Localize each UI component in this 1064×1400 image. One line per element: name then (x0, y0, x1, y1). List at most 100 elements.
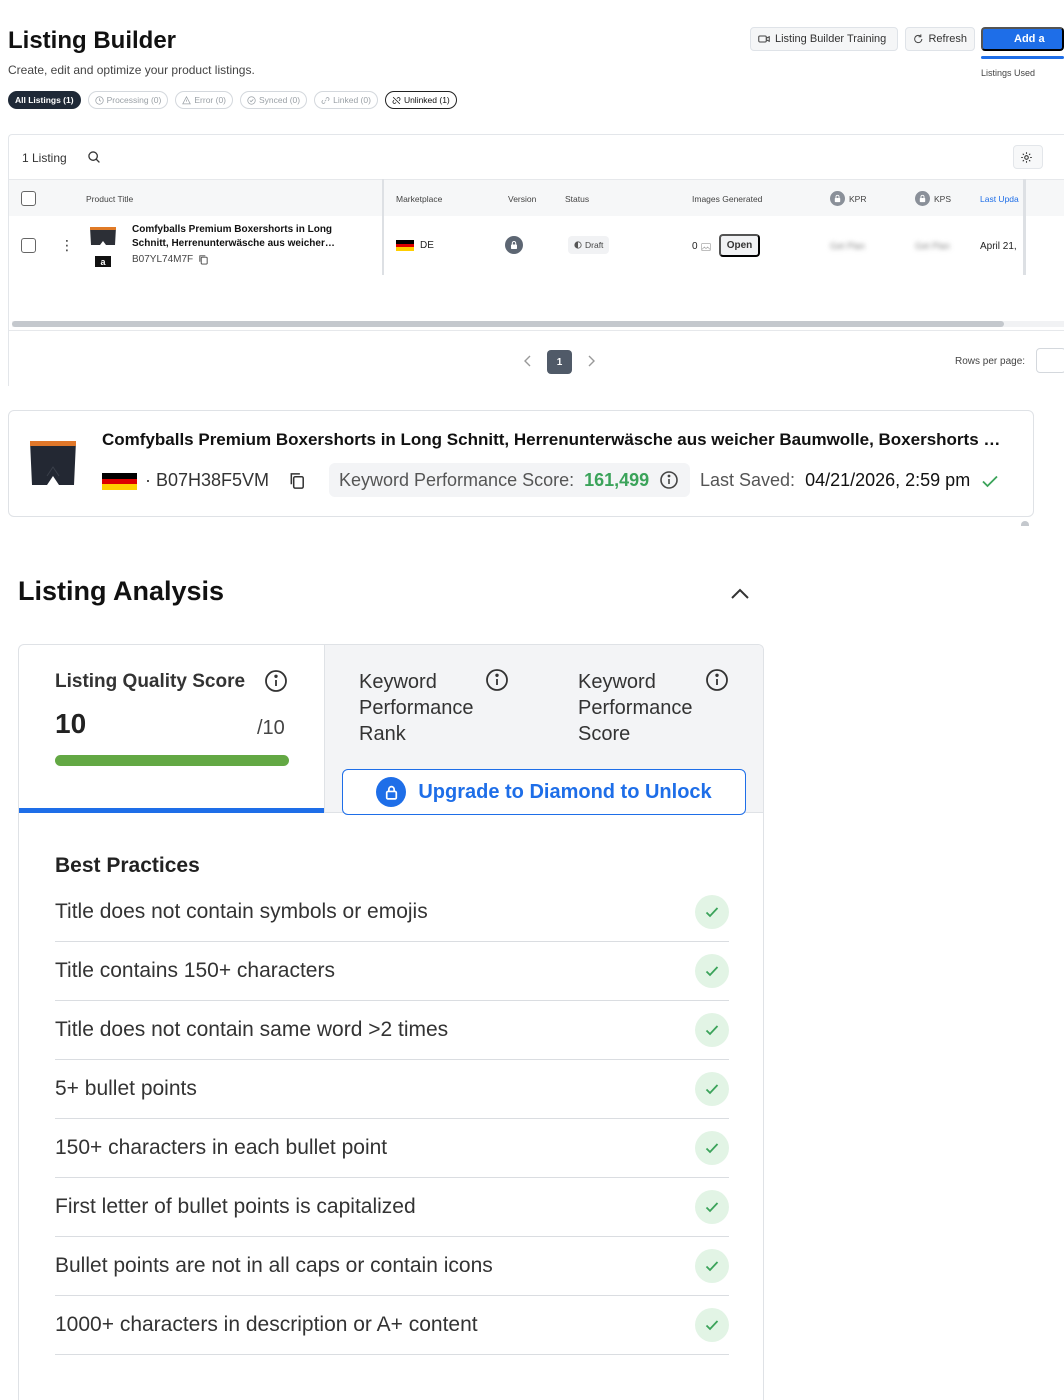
filter-label: Unlinked (1) (403, 95, 450, 105)
gear-icon (1021, 151, 1032, 163)
column-images-generated[interactable]: Images Generated (692, 194, 762, 204)
row-actions-kebab-icon[interactable]: ⋮ (60, 238, 74, 252)
page-subtitle: Create, edit and optimize your product l… (8, 63, 255, 77)
copy-icon[interactable] (288, 471, 307, 490)
column-divider (382, 179, 384, 275)
refresh-button[interactable]: Refresh (905, 27, 975, 51)
table-header: Product Title Marketplace Version Status… (9, 179, 1064, 216)
row-images-generated: 0 (692, 241, 711, 252)
best-practice-item: Title does not contain symbols or emojis (55, 883, 729, 942)
check-icon (695, 954, 729, 988)
check-icon (695, 1308, 729, 1342)
row-product-title[interactable]: Comfyballs Premium Boxershorts in Long S… (132, 223, 352, 251)
best-practice-text: Bullet points are not in all caps or con… (55, 1254, 493, 1277)
open-images-button[interactable]: Open (719, 234, 760, 257)
kpr-label: Keyword Performance Rank (359, 671, 474, 745)
filter-unlinked[interactable]: Unlinked (1) (384, 91, 457, 109)
filter-synced[interactable]: Synced (0) (240, 91, 308, 109)
best-practice-item: First letter of bullet points is capital… (55, 1178, 729, 1237)
upgrade-to-diamond-button[interactable]: Upgrade to Diamond to Unlock (342, 769, 746, 815)
filter-linked[interactable]: Linked (0) (314, 91, 378, 109)
product-title: Comfyballs Premium Boxershorts in Long S… (102, 430, 1001, 449)
column-marketplace[interactable]: Marketplace (396, 194, 442, 204)
filter-pills: All Listings (1) Processing (0) Error (0… (8, 91, 457, 109)
info-icon[interactable] (264, 669, 288, 693)
filter-label: Synced (0) (259, 95, 301, 105)
filter-label: All Listings (1) (15, 95, 74, 105)
active-tab-indicator (19, 808, 324, 813)
column-label: KPR (849, 193, 867, 204)
product-thumbnail: a (86, 223, 120, 269)
rows-per-page-select[interactable] (1036, 348, 1064, 373)
clock-icon (94, 95, 104, 105)
listing-analysis-card: Listing Quality Score 10 /10 Keyword Per… (18, 644, 764, 1400)
product-asin: · B07H38F5VM (145, 470, 270, 490)
best-practice-item: Title does not contain same word >2 time… (55, 1001, 729, 1060)
chevron-left-icon[interactable] (522, 354, 534, 368)
lqs-label: Listing Quality Score (55, 671, 246, 692)
kps-tab-label: Keyword Performance Score (578, 671, 693, 745)
listings-table-card: 1 Listing Product Title Marketplace Vers… (8, 134, 1064, 386)
column-kps[interactable]: KPS (915, 191, 951, 206)
column-kpr[interactable]: KPR (830, 191, 866, 206)
lock-icon (830, 191, 845, 206)
kps-blurred-value: Get Plan (915, 241, 951, 251)
pagination-page-1[interactable]: 1 (547, 350, 572, 374)
info-icon[interactable] (659, 470, 679, 490)
best-practice-text: First letter of bullet points is capital… (55, 1195, 416, 1218)
filter-all-listings[interactable]: All Listings (1) (8, 91, 81, 109)
check-icon (695, 1131, 729, 1165)
listing-count: 1 Listing (22, 151, 67, 165)
row-marketplace: DE (396, 240, 434, 252)
chevron-right-icon[interactable] (585, 354, 597, 368)
germany-flag-icon (396, 240, 414, 252)
check-icon (695, 1190, 729, 1224)
filter-label: Processing (0) (106, 95, 162, 105)
filter-error[interactable]: Error (0) (175, 91, 234, 109)
chevron-up-icon[interactable] (729, 585, 751, 603)
column-last-updated[interactable]: Last Upda (980, 194, 1019, 204)
last-saved-label: Last Saved: (700, 470, 796, 490)
column-label: KPS (934, 193, 952, 204)
best-practice-item: Bullet points are not in all caps or con… (55, 1237, 729, 1296)
info-icon[interactable] (485, 668, 509, 692)
rows-per-page-label: Rows per page: (955, 356, 1026, 367)
product-image (25, 435, 81, 493)
best-practice-item: 5+ bullet points (55, 1060, 729, 1119)
row-asin: B07YL74M7F (132, 254, 209, 265)
horizontal-scrollbar-thumb[interactable] (12, 321, 1004, 327)
search-icon[interactable] (87, 150, 101, 164)
status-text: Draft (585, 240, 604, 250)
lock-icon (915, 191, 930, 206)
kps-label: Keyword Performance Score: (339, 469, 575, 490)
table-settings-button[interactable] (1013, 145, 1043, 169)
best-practice-text: Title does not contain symbols or emojis (55, 900, 428, 923)
half-circle-icon (574, 241, 582, 249)
best-practice-item: 1000+ characters in description or A+ co… (55, 1296, 729, 1355)
listings-used-label: Listings Used (981, 68, 1036, 78)
info-icon[interactable] (705, 668, 729, 692)
listing-builder-training-button[interactable]: Listing Builder Training (750, 27, 898, 51)
check-icon (695, 895, 729, 929)
copy-icon[interactable] (198, 254, 209, 265)
asin-text: B07YL74M7F (132, 254, 194, 265)
best-practice-text: Title contains 150+ characters (55, 959, 335, 982)
filter-processing[interactable]: Processing (0) (87, 91, 169, 109)
scroll-indicator (1021, 521, 1029, 526)
column-product-title[interactable]: Product Title (86, 194, 133, 204)
column-divider (1023, 179, 1026, 275)
check-circle-icon (247, 95, 256, 105)
select-all-checkbox[interactable] (21, 191, 36, 206)
keyword-performance-score-pill: Keyword Performance Score: 161,499 (329, 463, 690, 497)
lqs-progress-bar (55, 755, 289, 766)
column-status[interactable]: Status (565, 194, 589, 204)
row-checkbox[interactable] (21, 238, 36, 253)
refresh-label: Refresh (928, 33, 967, 45)
unlink-icon (392, 96, 401, 104)
column-version[interactable]: Version (508, 194, 536, 204)
best-practice-text: 5+ bullet points (55, 1077, 197, 1100)
check-icon (695, 1072, 729, 1106)
pagination-divider (9, 330, 1064, 331)
lock-icon (376, 777, 407, 807)
add-listing-button[interactable]: Add a (981, 27, 1064, 51)
